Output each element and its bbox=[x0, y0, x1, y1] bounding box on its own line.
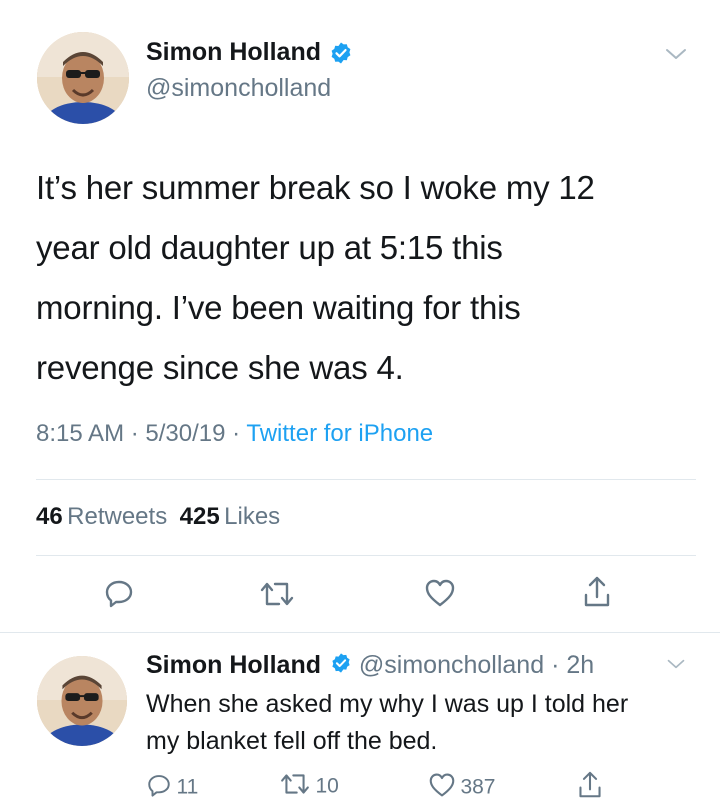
likes-count: 425 bbox=[179, 503, 220, 530]
tweet-text-line: It’s her summer break so I woke my 12 bbox=[36, 169, 595, 206]
author-handle[interactable]: @simoncholland bbox=[146, 74, 331, 103]
retweet-count: 10 bbox=[315, 774, 339, 798]
heart-icon bbox=[428, 772, 456, 803]
tweet-meta: 8:15 AM · 5/30/19 · Twitter for iPhone bbox=[36, 420, 433, 448]
reply-action-retweet[interactable]: 10 bbox=[279, 772, 339, 801]
tweet-text: It’s her summer break so I woke my 12 ye… bbox=[36, 158, 696, 398]
verified-badge-icon bbox=[329, 41, 353, 70]
reply-action-like[interactable]: 387 bbox=[428, 772, 496, 803]
retweets-stat[interactable]: 46 Retweets bbox=[36, 503, 172, 530]
reply-text: When she asked my why I was up I told he… bbox=[146, 686, 706, 760]
meta-separator: · bbox=[232, 420, 241, 447]
reply-text-line: my blanket fell off the bed. bbox=[146, 727, 438, 755]
divider bbox=[36, 555, 696, 556]
reply-time[interactable]: 2h bbox=[566, 651, 594, 679]
share-icon[interactable] bbox=[582, 575, 612, 614]
chevron-down-icon[interactable] bbox=[666, 657, 686, 676]
likes-stat[interactable]: 425 Likes bbox=[180, 503, 281, 530]
avatar-photo bbox=[37, 656, 127, 746]
reply-text-line: When she asked my why I was up I told he… bbox=[146, 690, 629, 718]
tweet-text-line: morning. I’ve been waiting for this bbox=[36, 289, 521, 326]
tweet-time[interactable]: 8:15 AM bbox=[36, 420, 124, 447]
chevron-down-icon[interactable] bbox=[664, 46, 688, 67]
reply-icon bbox=[146, 772, 172, 803]
retweet-icon bbox=[279, 772, 311, 801]
avatar-photo bbox=[37, 32, 129, 124]
reply-author-handle[interactable]: @simoncholland bbox=[359, 651, 544, 679]
reply-count: 11 bbox=[176, 775, 199, 799]
tweet-stats: 46 Retweets 425 Likes bbox=[36, 503, 280, 531]
likes-label: Likes bbox=[224, 503, 281, 530]
reply-header: Simon Holland @simoncholland · 2h bbox=[146, 651, 594, 681]
reply-author-name[interactable]: Simon Holland bbox=[146, 651, 321, 679]
tweet-date[interactable]: 5/30/19 bbox=[145, 420, 225, 447]
reply-icon[interactable] bbox=[103, 577, 135, 614]
tweet-text-line: revenge since she was 4. bbox=[36, 349, 404, 386]
like-count: 387 bbox=[460, 775, 496, 799]
reply-avatar[interactable] bbox=[37, 656, 127, 746]
avatar[interactable] bbox=[37, 32, 129, 124]
tweet-source-link[interactable]: Twitter for iPhone bbox=[246, 420, 433, 447]
tweet-text-line: year old daughter up at 5:15 this bbox=[36, 229, 503, 266]
divider bbox=[0, 632, 720, 633]
meta-separator: · bbox=[130, 420, 139, 447]
retweets-count: 46 bbox=[36, 503, 63, 530]
retweet-icon[interactable] bbox=[259, 580, 295, 613]
meta-separator: · bbox=[551, 651, 560, 679]
author-name[interactable]: Simon Holland bbox=[146, 38, 321, 66]
heart-icon[interactable] bbox=[424, 578, 456, 613]
divider bbox=[36, 479, 696, 480]
reply-action-reply[interactable]: 11 bbox=[146, 772, 198, 803]
retweets-label: Retweets bbox=[67, 503, 168, 530]
verified-badge-icon bbox=[330, 652, 352, 681]
share-icon[interactable] bbox=[577, 770, 603, 805]
